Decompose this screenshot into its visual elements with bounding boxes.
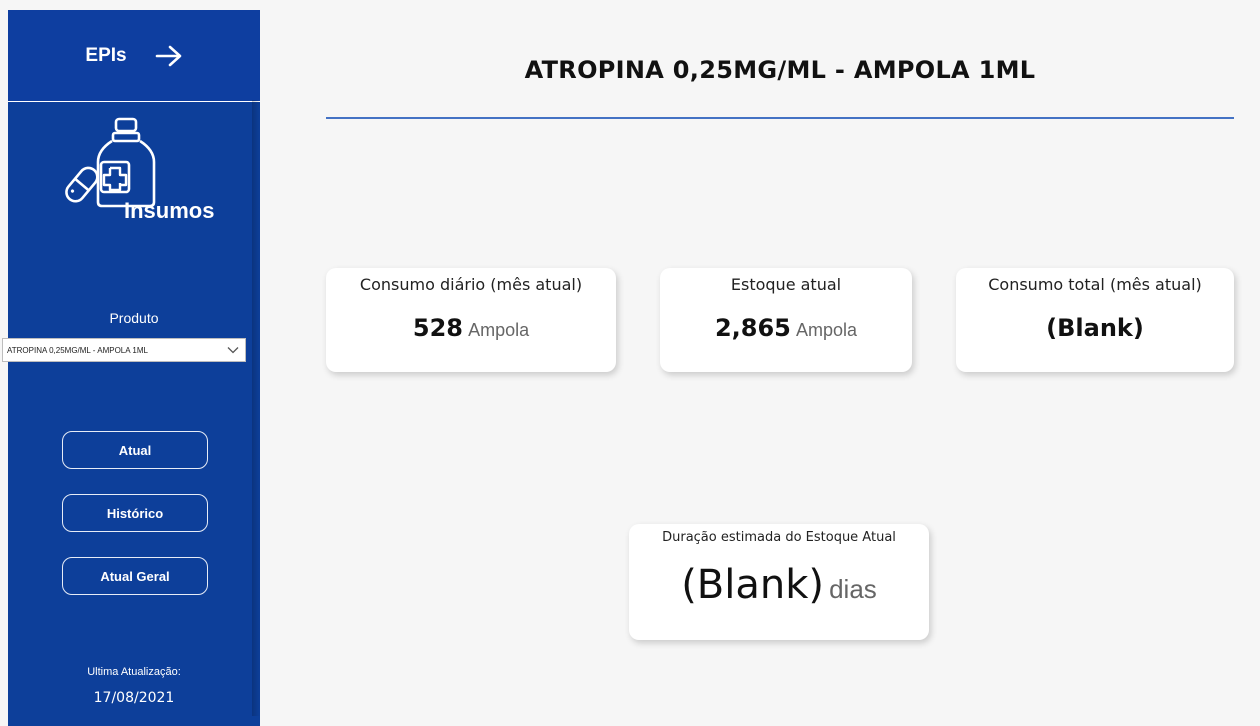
- card-label: Consumo diário (mês atual): [359, 275, 583, 294]
- kpi-card-duracao-estoque: Duração estimada do Estoque Atual (Blank…: [629, 524, 929, 640]
- kpi-card-consumo-diario: Consumo diário (mês atual) 528 Ampola: [326, 268, 616, 372]
- page-title: ATROPINA 0,25MG/ML - AMPOLA 1ML: [524, 56, 1036, 84]
- produto-label: Produto: [109, 310, 159, 326]
- card-label: Estoque atual: [730, 275, 842, 294]
- arrow-right-icon: [155, 45, 181, 66]
- card-value: (Blank): [1046, 314, 1144, 342]
- update-date: 17/08/2021: [93, 690, 175, 706]
- insumos-logo-text: Insumos: [124, 198, 215, 223]
- produto-dropdown[interactable]: ATROPINA 0,25MG/ML - AMPOLA 1ML: [2, 338, 246, 362]
- sidebar: EPIs Insumos Produto ATROPINA 0,25MG/ML …: [2, 10, 260, 726]
- atual-geral-button[interactable]: Atual Geral: [62, 557, 208, 595]
- chevron-down-icon: [227, 347, 239, 354]
- atual-button[interactable]: Atual: [62, 431, 208, 469]
- historico-button[interactable]: Histórico: [62, 494, 208, 532]
- kpi-card-estoque-atual: Estoque atual 2,865 Ampola: [660, 268, 912, 372]
- epis-label: EPIs: [85, 44, 127, 66]
- card-value: 528: [412, 314, 463, 342]
- card-value: 2,865: [714, 314, 791, 342]
- card-label: Consumo total (mês atual): [988, 275, 1202, 294]
- card-unit: Ampola: [468, 320, 530, 340]
- produto-selected-value: ATROPINA 0,25MG/ML - AMPOLA 1ML: [7, 345, 148, 355]
- kpi-card-consumo-total: Consumo total (mês atual) (Blank): [956, 268, 1234, 372]
- update-label: Ultima Atualização:: [87, 666, 181, 678]
- epis-nav-button[interactable]: EPIs: [8, 10, 260, 102]
- title-divider: [326, 117, 1234, 119]
- page-canvas: EPIs Insumos Produto ATROPINA 0,25MG/ML …: [0, 0, 1260, 726]
- card-label: Duração estimada do Estoque Atual: [662, 530, 896, 545]
- sidebar-shadow: [252, 100, 260, 716]
- card-unit: Ampola: [795, 320, 858, 340]
- card-unit: dias: [829, 574, 877, 604]
- card-value: (Blank): [681, 562, 824, 608]
